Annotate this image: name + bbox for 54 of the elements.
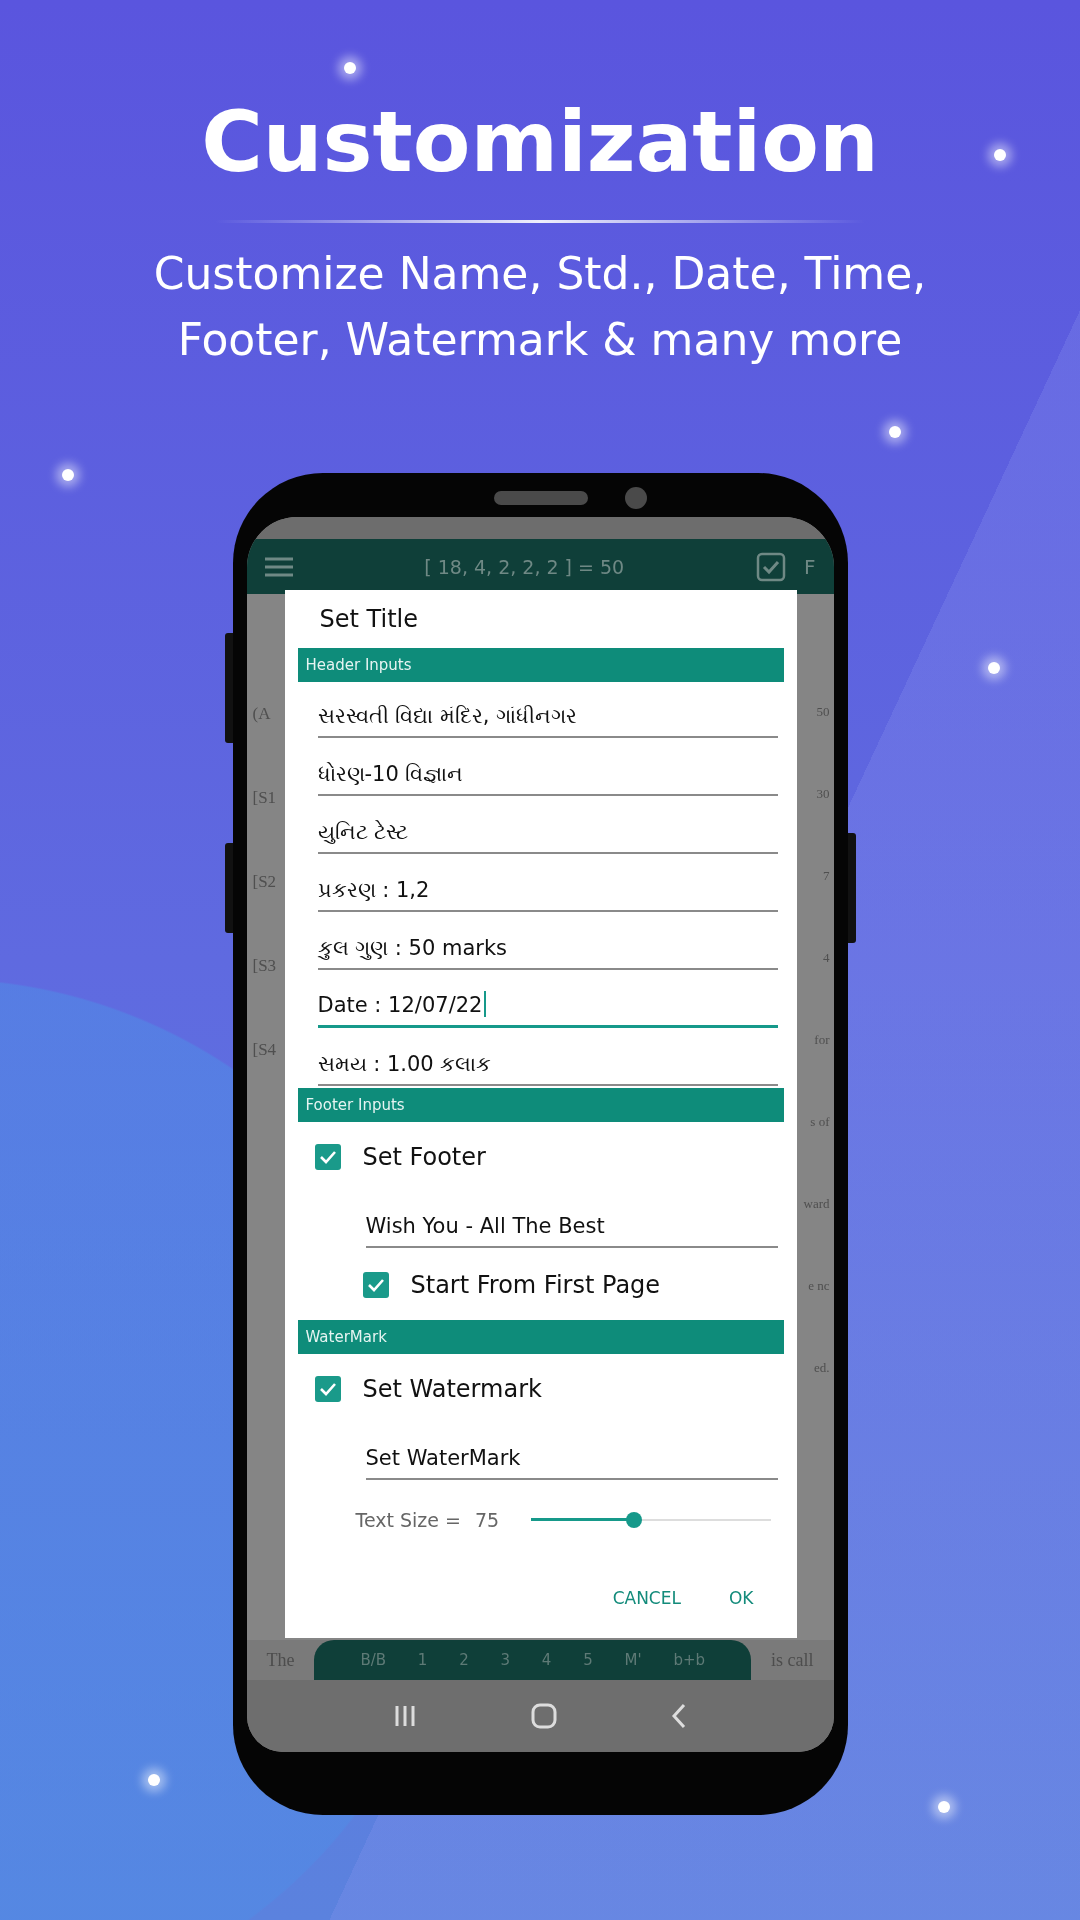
app-bar-title: [ 18, 4, 2, 2, 2 ] = 50: [423, 555, 626, 578]
tab[interactable]: b+b: [673, 1651, 706, 1669]
sparkle-icon: [62, 469, 74, 481]
sparkle-icon: [988, 662, 1000, 674]
check-icon: [366, 1278, 385, 1292]
back-icon[interactable]: [670, 1703, 687, 1729]
checkbox-icon[interactable]: [756, 551, 786, 582]
slider-label: Text Size =: [355, 1509, 461, 1531]
checkbox[interactable]: [314, 1376, 341, 1402]
slider-thumb[interactable]: [626, 1512, 643, 1528]
section-header: Footer Inputs: [297, 1088, 784, 1122]
sparkle-icon: [344, 62, 356, 74]
tab[interactable]: 2: [459, 1651, 469, 1669]
checkbox-label: Set Watermark: [362, 1375, 542, 1403]
checkbox[interactable]: [362, 1272, 389, 1298]
tab[interactable]: 1: [417, 1651, 428, 1669]
check-icon: [318, 1382, 337, 1396]
text-field[interactable]: સરસ્વતી વિદ્યા મંદિર, ગાંધીનગર: [317, 682, 778, 738]
text-field[interactable]: Date : 12/07/22: [317, 972, 778, 1028]
promo-subtitle: Customize Name, Std., Date, Time,: [153, 247, 927, 301]
text-field[interactable]: Wish You - All The Best: [365, 1192, 778, 1248]
text-field[interactable]: સમય : 1.00 કલાક: [317, 1030, 778, 1086]
app-bar-action[interactable]: F: [804, 554, 816, 579]
recent-apps-icon[interactable]: [393, 1704, 418, 1728]
text-field[interactable]: યુનિટ ટેસ્ટ: [317, 798, 778, 854]
checkbox[interactable]: [314, 1144, 341, 1170]
tab[interactable]: B/B: [360, 1651, 386, 1669]
section-header: WaterMark: [297, 1320, 784, 1354]
menu-icon[interactable]: [264, 556, 293, 577]
promo-subtitle: Footer, Watermark & many more: [176, 313, 904, 367]
check-icon: [318, 1150, 337, 1164]
tab[interactable]: 5: [583, 1651, 593, 1669]
text-field[interactable]: પ્રકરણ : 1,2: [317, 856, 778, 912]
dialog-title: Set Title: [318, 604, 419, 635]
text-cursor: [484, 991, 487, 1017]
sparkle-icon: [938, 1801, 950, 1813]
checkbox-label: Set Footer: [362, 1143, 486, 1171]
text-field[interactable]: કુલ ગુણ : 50 marks: [317, 914, 778, 970]
checkbox-label: Start From First Page: [410, 1271, 661, 1299]
text-field[interactable]: ધોરણ-10 વિજ્ઞાન: [317, 740, 778, 796]
promo-title: Customization: [201, 92, 879, 192]
section-header: Header Inputs: [297, 648, 784, 682]
sparkle-icon: [994, 149, 1006, 161]
dialog-button[interactable]: CANCEL: [608, 1582, 685, 1614]
tab[interactable]: 4: [541, 1651, 552, 1669]
tab[interactable]: M': [624, 1651, 642, 1669]
home-icon[interactable]: [531, 1703, 557, 1729]
text-field[interactable]: Set WaterMark: [365, 1424, 778, 1480]
dialog-button[interactable]: OK: [724, 1582, 758, 1614]
sparkle-icon: [148, 1774, 160, 1786]
front-camera: [624, 487, 647, 509]
sparkle-icon: [889, 426, 901, 438]
tab[interactable]: 3: [500, 1651, 511, 1669]
slider-reading: 75: [474, 1509, 500, 1531]
